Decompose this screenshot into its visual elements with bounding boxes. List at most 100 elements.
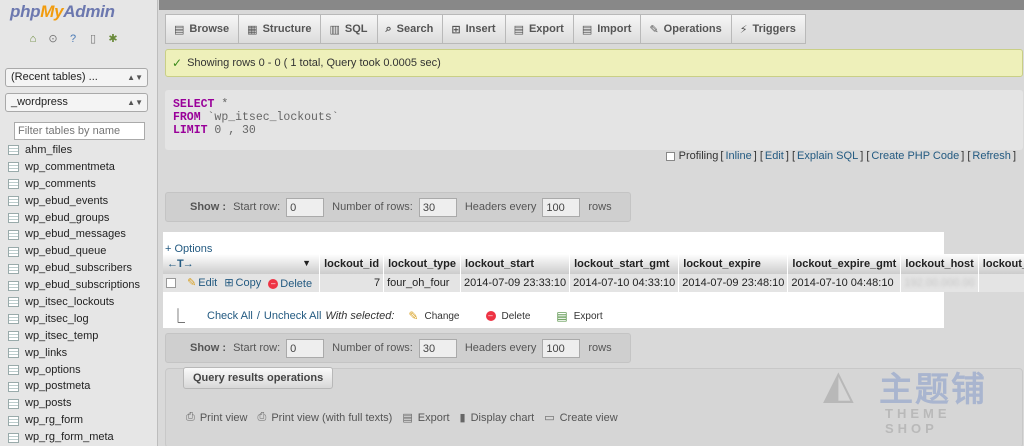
recent-tables-select[interactable]: (Recent tables) ... ▲▼: [5, 68, 148, 87]
sidebar-table-item[interactable]: wp_itsec_lockouts: [8, 294, 140, 311]
settings-icon[interactable]: ✱: [106, 33, 120, 46]
number-of-rows-input[interactable]: 30: [418, 197, 457, 217]
tab-sql[interactable]: ▥ SQL: [320, 14, 377, 44]
sidebar-table-item[interactable]: wp_ebud_subscribers: [8, 260, 140, 277]
sidebar-table-item[interactable]: wp_options: [8, 362, 140, 379]
bulk-change-button[interactable]: ✎ Change: [408, 309, 459, 323]
arrow-up-left-icon: ⎿: [171, 308, 185, 324]
edit-query-link[interactable]: Edit: [765, 150, 784, 162]
sidebar-table-item[interactable]: wp_rg_form: [8, 412, 140, 429]
results-panel: + Options ←T→ ▼ lockout_id lockout_type lo…: [163, 232, 1024, 328]
qro-display-chart-link[interactable]: ▮ Display chart: [460, 411, 535, 425]
table-cell: 2014-07-09 23:48:10: [678, 274, 789, 292]
pencil-icon: ✎: [187, 277, 197, 289]
explain-sql-link[interactable]: Explain SQL: [797, 150, 858, 162]
tab-structure[interactable]: ▦ Structure: [238, 14, 321, 44]
sort-arrow-icon[interactable]: ▼: [302, 258, 311, 268]
sidebar-table-label: wp_links: [25, 346, 68, 359]
table-icon: [8, 365, 19, 376]
table-icon: [8, 246, 19, 257]
sidebar-table-item[interactable]: wp_links: [8, 345, 140, 362]
sidebar-table-label: wp_itsec_temp: [25, 329, 99, 342]
export-icon: ▤: [513, 23, 524, 36]
delete-icon: –: [268, 279, 279, 289]
show-button[interactable]: Show :: [190, 201, 226, 213]
column-header[interactable]: lockout_expire: [678, 254, 789, 274]
delete-row-button[interactable]: – Delete: [268, 278, 312, 290]
column-header[interactable]: lockout_start: [460, 254, 571, 274]
docs-icon[interactable]: ▯: [86, 33, 100, 46]
sidebar-table-label: wp_comments: [25, 177, 96, 190]
start-row-input[interactable]: 0: [286, 338, 325, 358]
qro-print-view-link[interactable]: ⎙ Print view: [186, 411, 248, 424]
phpmyadmin-logo[interactable]: phpMyAdmin: [10, 2, 115, 22]
sidebar-table-item[interactable]: wp_postmeta: [8, 378, 140, 395]
tab-export[interactable]: ▤ Export: [504, 14, 573, 44]
sidebar-table-item[interactable]: wp_ebud_groups: [8, 210, 140, 227]
sidebar-table-item[interactable]: ahm_files: [8, 142, 140, 159]
table-cell: 2014-07-10 04:33:10: [569, 274, 680, 292]
sidebar-table-item[interactable]: wp_rg_form_meta: [8, 429, 140, 446]
bulk-delete-button[interactable]: – Delete: [485, 311, 530, 322]
sidebar-table-item[interactable]: wp_posts: [8, 395, 140, 412]
sidebar-table-item[interactable]: wp_comments: [8, 176, 140, 193]
help-icon[interactable]: ?: [66, 33, 80, 46]
column-header[interactable]: lockout_type: [383, 254, 461, 274]
structure-icon: ▦: [247, 23, 258, 36]
table-icon: [8, 196, 19, 207]
start-row-input[interactable]: 0: [286, 197, 325, 217]
edit-row-button[interactable]: ✎ Edit: [187, 276, 217, 290]
column-move-arrows-icon[interactable]: ←T→: [167, 258, 194, 270]
headers-every-input[interactable]: 100: [542, 197, 581, 217]
sidebar-table-item[interactable]: wp_ebud_queue: [8, 243, 140, 260]
sql-query-box: SELECT * FROM `wp_itsec_lockouts` LIMIT …: [165, 90, 1023, 150]
inline-link[interactable]: Inline: [725, 150, 751, 162]
sidebar-table-label: wp_itsec_log: [25, 312, 89, 325]
headers-every-input[interactable]: 100: [542, 338, 581, 358]
sidebar-table-label: wp_ebud_messages: [25, 228, 126, 241]
breadcrumb-bar: [159, 0, 1024, 10]
home-icon[interactable]: ⌂: [26, 33, 40, 46]
qro-export-link[interactable]: ▤ Export: [402, 411, 449, 425]
qro-print-view-with-full-texts-link[interactable]: ⎙ Print view (with full texts): [258, 411, 393, 424]
column-header[interactable]: lockout_id: [319, 254, 385, 274]
filter-tables-input[interactable]: [14, 122, 145, 140]
sidebar-table-item[interactable]: wp_itsec_temp: [8, 328, 140, 345]
column-header[interactable]: lockout_user: [978, 254, 1024, 274]
number-of-rows-input[interactable]: 30: [418, 338, 457, 358]
sidebar-table-label: wp_commentmeta: [25, 160, 115, 173]
sidebar-table-item[interactable]: wp_itsec_log: [8, 311, 140, 328]
sidebar-table-item[interactable]: wp_ebud_events: [8, 193, 140, 210]
sidebar-table-item[interactable]: wp_ebud_subscriptions: [8, 277, 140, 294]
bottom-pager: Show : Start row: 0 Number of rows: 30 H…: [165, 333, 631, 363]
row-checkbox[interactable]: [166, 278, 176, 289]
nav-icon-bar: ⌂ ⊙ ? ▯ ✱: [26, 33, 120, 46]
import-icon: ▤: [581, 23, 593, 36]
column-header[interactable]: lockout_start_gmt: [569, 254, 680, 274]
tab-operations[interactable]: ✎ Operations: [640, 14, 731, 44]
sidebar-table-item[interactable]: wp_commentmeta: [8, 159, 140, 176]
sidebar-table-item[interactable]: wp_ebud_messages: [8, 226, 140, 243]
check-all-link[interactable]: Check All: [207, 310, 253, 322]
tab-insert[interactable]: ⊞ Insert: [442, 14, 505, 44]
copy-row-button[interactable]: ⊞ Copy: [224, 276, 261, 290]
column-header[interactable]: lockout_expire_gmt: [787, 254, 902, 274]
exit-icon[interactable]: ⊙: [46, 33, 60, 46]
profiling-checkbox[interactable]: [665, 151, 675, 161]
tab-search[interactable]: ⌕ Search: [376, 14, 443, 44]
table-icon: [8, 213, 19, 223]
database-select[interactable]: _wordpress ▲▼: [5, 93, 148, 112]
column-header[interactable]: lockout_host: [900, 254, 979, 274]
tab-import[interactable]: ▤ Import: [572, 14, 641, 44]
triggers-icon: ⚡: [739, 23, 748, 36]
qro-actions: ⎙ Print view ⎙ Print view (with full texts)…: [186, 411, 618, 424]
refresh-link[interactable]: Refresh: [972, 150, 1011, 162]
qro-create-view-link[interactable]: ▭ Create view: [544, 411, 617, 425]
uncheck-all-link[interactable]: Uncheck All: [264, 310, 321, 322]
create-php-code-link[interactable]: Create PHP Code: [871, 150, 959, 162]
tab-triggers[interactable]: ⚡ Triggers: [730, 14, 806, 44]
show-button[interactable]: Show :: [190, 342, 226, 354]
tab-browse[interactable]: ▤ Browse: [165, 14, 239, 44]
table-list: ahm_files wp_commentmeta wp_comments wp_ebu…: [8, 142, 140, 446]
bulk-export-button[interactable]: ▤ Export: [556, 309, 602, 323]
